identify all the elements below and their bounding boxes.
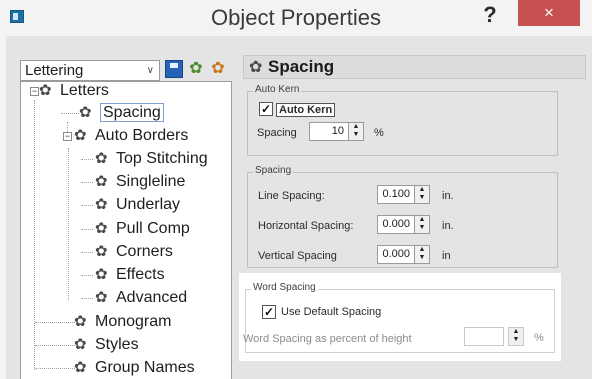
gear-icon: ✿ — [74, 313, 87, 330]
tree-item-top-stitching[interactable]: ✿ Top Stitching — [95, 149, 208, 171]
gear-icon: ✿ — [39, 82, 52, 99]
use-default-spacing-label: Use Default Spacing — [281, 306, 382, 318]
kern-spacing-unit: % — [374, 127, 384, 139]
close-button[interactable]: × — [518, 0, 580, 26]
gear-icon: ✿ — [79, 104, 92, 121]
auto-kern-group-label: Auto Kern — [253, 84, 302, 95]
line-spacing-unit: in. — [442, 190, 454, 202]
tree-connector — [81, 182, 93, 183]
auto-kern-checkbox-label: Auto Kern — [276, 103, 336, 117]
word-spacing-group-label: Word Spacing — [251, 282, 318, 293]
spin-up-icon[interactable]: ▲ — [349, 123, 363, 131]
tree-item-group-names[interactable]: ✿ Group Names — [74, 358, 195, 379]
tree-connector — [35, 345, 75, 346]
use-default-spacing-checkbox[interactable]: ✓ — [262, 305, 276, 319]
kern-spacing-input[interactable]: 10 — [309, 122, 349, 141]
panel-header: ✿ Spacing — [243, 55, 586, 79]
gears-icon[interactable]: ✿ — [187, 60, 205, 78]
spin-down-icon[interactable]: ▼ — [349, 131, 363, 139]
properties-icon[interactable]: ✿ — [209, 60, 227, 78]
tree-item-effects[interactable]: ✿ Effects — [95, 265, 165, 287]
tree-item-advanced[interactable]: ✿ Advanced — [95, 288, 187, 310]
gear-icon: ✿ — [95, 220, 108, 237]
tree-item-pull-comp[interactable]: ✿ Pull Comp — [95, 219, 190, 241]
tree-connector — [81, 229, 93, 230]
vertical-spacing-unit: in — [442, 250, 451, 262]
word-spacing-percent-label: Word Spacing as percent of height — [243, 333, 412, 345]
tree-item-spacing[interactable]: ✿ Spacing — [79, 103, 164, 125]
word-spacing-stepper[interactable]: ▲ ▼ — [508, 327, 524, 346]
chevron-down-icon: ∨ — [146, 65, 154, 76]
horizontal-spacing-stepper[interactable]: ▲ ▼ — [414, 215, 430, 234]
spin-down-icon[interactable]: ▼ — [415, 224, 429, 232]
vertical-spacing-label: Vertical Spacing — [258, 250, 337, 262]
tree-item-styles[interactable]: ✿ Styles — [74, 335, 139, 357]
tree-item-underlay[interactable]: ✿ Underlay — [95, 195, 180, 217]
vertical-spacing-input[interactable]: 0.000 — [377, 245, 415, 264]
gear-icon: ✿ — [74, 127, 87, 144]
kern-spacing-label: Spacing — [257, 127, 297, 139]
auto-kern-group: Auto Kern — [247, 84, 558, 156]
gear-icon: ✿ — [95, 266, 108, 283]
help-button[interactable]: ? — [476, 2, 504, 28]
gear-icon: ✿ — [95, 196, 108, 213]
properties-tree: − ✿ Letters ✿ Spacing − ✿ Auto Borders ✿ Top… — [20, 81, 232, 379]
tree-item-letters[interactable]: ✿ Letters — [39, 81, 109, 103]
tree-connector — [35, 368, 75, 369]
tree-item-corners[interactable]: ✿ Corners — [95, 242, 173, 264]
spin-up-icon[interactable]: ▲ — [415, 216, 429, 224]
vertical-spacing-stepper[interactable]: ▲ ▼ — [414, 245, 430, 264]
tree-connector — [68, 148, 69, 300]
tree-connector — [61, 113, 79, 114]
spin-down-icon[interactable]: ▼ — [415, 254, 429, 262]
tree-connector — [81, 159, 93, 160]
collapse-auto-borders-toggle[interactable]: − — [63, 132, 72, 141]
tree-item-monogram[interactable]: ✿ Monogram — [74, 312, 171, 334]
tree-connector — [81, 252, 93, 253]
save-icon[interactable] — [165, 60, 183, 78]
spin-up-icon[interactable]: ▲ — [509, 328, 523, 336]
spacing-group-label: Spacing — [253, 165, 294, 176]
tree-connector — [81, 205, 93, 206]
gear-icon: ✿ — [95, 173, 108, 190]
word-spacing-percent-unit: % — [534, 332, 544, 344]
tree-connector — [81, 275, 93, 276]
line-spacing-label: Line Spacing: — [258, 190, 325, 202]
tree-item-singleline[interactable]: ✿ Singleline — [95, 172, 185, 194]
spin-up-icon[interactable]: ▲ — [415, 246, 429, 254]
tree-connector — [81, 298, 93, 299]
horizontal-spacing-label: Horizontal Spacing: — [258, 220, 354, 232]
kern-spacing-stepper[interactable]: ▲ ▼ — [348, 122, 364, 141]
tree-item-auto-borders[interactable]: ✿ Auto Borders — [74, 126, 188, 148]
gear-icon: ✿ — [95, 289, 108, 306]
category-dropdown[interactable]: Lettering ∨ — [20, 60, 160, 81]
tree-connector — [34, 100, 35, 370]
tree-connector — [35, 322, 75, 323]
gear-icon: ✿ — [249, 59, 263, 76]
category-dropdown-value: Lettering — [25, 62, 84, 79]
collapse-letters-toggle[interactable]: − — [30, 87, 39, 96]
gear-icon: ✿ — [95, 150, 108, 167]
horizontal-spacing-input[interactable]: 0.000 — [377, 215, 415, 234]
gear-icon: ✿ — [74, 336, 87, 353]
title-bar: Object Properties ? × — [0, 0, 592, 36]
horizontal-spacing-unit: in. — [442, 220, 454, 232]
spin-down-icon[interactable]: ▼ — [509, 336, 523, 344]
spin-up-icon[interactable]: ▲ — [415, 186, 429, 194]
line-spacing-input[interactable]: 0.100 — [377, 185, 415, 204]
word-spacing-percent-input[interactable] — [464, 327, 504, 346]
gear-icon: ✿ — [74, 359, 87, 376]
auto-kern-checkbox[interactable]: ✓ — [259, 102, 273, 116]
spin-down-icon[interactable]: ▼ — [415, 194, 429, 202]
line-spacing-stepper[interactable]: ▲ ▼ — [414, 185, 430, 204]
panel-title: Spacing — [268, 57, 335, 76]
gear-icon: ✿ — [95, 243, 108, 260]
